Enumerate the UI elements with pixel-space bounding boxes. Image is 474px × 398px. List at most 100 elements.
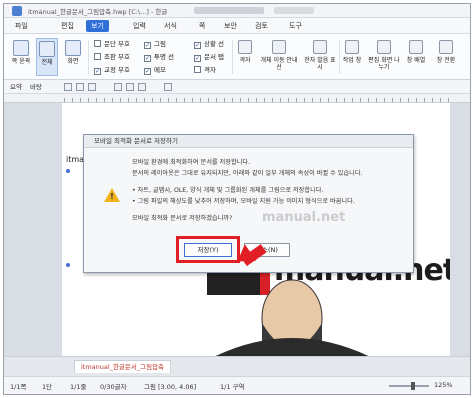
ruler-tick <box>208 98 209 102</box>
menu-edit[interactable]: 편집 <box>56 20 79 32</box>
status-line: 1/1줄 <box>70 383 87 391</box>
quick-base[interactable]: 바탕 <box>30 82 42 92</box>
picture-checkbox[interactable]: ✓ 그림 <box>144 39 166 49</box>
ruler-tick <box>184 98 185 102</box>
ruler-tick <box>376 98 377 102</box>
highlight-box <box>176 236 240 263</box>
blurred-path-2 <box>274 7 314 14</box>
ribbon-divider <box>232 40 233 74</box>
menu-format[interactable]: 서식 <box>159 20 182 32</box>
ruler-tick <box>144 98 145 102</box>
ruler-tick <box>192 98 193 102</box>
page-text: itma <box>66 155 85 164</box>
underline-icon[interactable] <box>88 83 96 91</box>
zoom-slider[interactable] <box>389 382 429 390</box>
dialog-title: 모바일 최적화 문서로 저장하기 <box>84 135 413 148</box>
zoom-slider-thumb[interactable] <box>411 382 416 390</box>
menu-file[interactable]: 파일 <box>10 20 33 32</box>
screen-view-button[interactable]: 화면 <box>62 38 84 76</box>
paragraph-mark-checkbox[interactable]: 문단 부호 <box>94 39 130 49</box>
menu-insert[interactable]: 입력 <box>128 20 151 32</box>
window-switch-icon <box>439 40 453 54</box>
status-section-count: 1/1 구역 <box>220 383 245 391</box>
bold-icon[interactable] <box>64 83 72 91</box>
title-bar: itmanual_한글문서_그림압축.hwp [C:\...] - 한글 <box>4 4 470 18</box>
doc-tab-checkbox[interactable]: ✓ 문서 탭 <box>194 52 224 62</box>
memo-checkbox[interactable]: ✓ 메모 <box>144 65 166 75</box>
ribbon-view: 쪽 윤곽 전체 화면 문단 부호 조판 부호 ✓ 교정 부호 ✓ 그림 ✓ 투명 선 … <box>4 34 470 80</box>
page-outline-button[interactable]: 쪽 윤곽 <box>10 38 32 76</box>
document-tab[interactable]: itmanual_한글문서_그림압축 <box>74 360 172 373</box>
ruler-tick <box>248 98 249 102</box>
ruler-tick <box>216 98 217 102</box>
menu-tools[interactable]: 도구 <box>284 20 307 32</box>
hanja-reading-button[interactable]: 한자 발음 표시 <box>302 38 338 76</box>
ruler-tick <box>400 98 401 102</box>
full-view-button[interactable]: 전체 <box>36 38 58 76</box>
ruler-tick <box>120 98 121 102</box>
ruler-tick <box>360 98 361 102</box>
document-tab-strip: itmanual_한글문서_그림압축 <box>4 356 470 376</box>
ruler-tick <box>392 98 393 102</box>
grid-checkbox[interactable]: 격자 <box>194 65 216 75</box>
grid-button[interactable]: 격자 <box>234 38 256 76</box>
ruler-tick <box>160 98 161 102</box>
menu-page[interactable]: 쪽 <box>194 20 210 32</box>
quick-toolbar: 요약 바탕 <box>4 80 470 94</box>
ruler-tick <box>440 98 441 102</box>
font-color-icon[interactable] <box>164 83 172 91</box>
selection-handle[interactable] <box>66 263 70 267</box>
ruler-tick <box>408 98 409 102</box>
transparent-line-checkbox[interactable]: ✓ 투명 선 <box>144 52 174 62</box>
menu-security[interactable]: 보안 <box>219 20 242 32</box>
task-pane-button[interactable]: 작업 창 <box>341 38 363 76</box>
ruler-tick <box>264 98 265 102</box>
status-line-checkbox[interactable]: ✓ 상황 선 <box>194 39 224 49</box>
dialog-line: 모바일 환경에 최적화하여 문서를 저장합니다. <box>132 159 250 166</box>
ruler-tick <box>416 98 417 102</box>
object-guide-button[interactable]: 개체 이동 안내선 <box>258 38 300 76</box>
dialog-question: 모바일 최적화 문서로 저장하겠습니까? <box>132 215 233 222</box>
proof-mark-checkbox[interactable]: ✓ 교정 부호 <box>94 65 130 75</box>
watermark-text: manual.net <box>262 210 346 225</box>
status-caret: 0/30글자 <box>100 383 127 391</box>
zoom-level[interactable]: 125% <box>434 381 453 389</box>
page-outline-icon <box>13 40 29 56</box>
window-arrange-button[interactable]: 창 배열 <box>404 38 428 76</box>
ruler-tick <box>448 98 449 102</box>
status-bar: 1/1쪽 1단 1/1줄 0/30글자 그림 [3.00, 4.06] 1/1 … <box>4 376 470 394</box>
ruler-tick <box>336 98 337 102</box>
grid-icon <box>238 40 252 54</box>
ruler-tick <box>304 98 305 102</box>
ruler-tick <box>112 98 113 102</box>
ruler-tick <box>312 98 313 102</box>
status-object: 그림 [3.00, 4.06] <box>144 383 197 391</box>
ruler-tick <box>328 98 329 102</box>
task-pane-icon <box>345 40 359 54</box>
ruler-tick <box>344 98 345 102</box>
align-center-icon[interactable] <box>126 83 134 91</box>
dialog-line: 문서의 레이아웃은 그대로 유지되지만, 아래와 같이 일부 개체의 속성이 바… <box>132 170 363 177</box>
screen-view-icon <box>65 40 81 56</box>
align-left-icon[interactable] <box>114 83 122 91</box>
ruler-tick <box>352 98 353 102</box>
split-view-button[interactable]: 편집 화면 나누기 <box>366 38 402 76</box>
ruler-tick <box>152 98 153 102</box>
menu-review[interactable]: 검토 <box>250 20 273 32</box>
quick-summary[interactable]: 요약 <box>10 82 22 92</box>
guide-icon <box>272 40 286 54</box>
menu-bar: 파일 편집 보기 입력 서식 쪽 보안 검토 도구 <box>4 18 470 34</box>
full-view-icon <box>39 41 55 57</box>
menu-view[interactable]: 보기 <box>86 20 109 32</box>
ruler-tick <box>384 98 385 102</box>
selection-handle[interactable] <box>66 169 70 173</box>
ruler-tick <box>96 98 97 102</box>
window-title: itmanual_한글문서_그림압축.hwp [C:\...] - 한글 <box>28 8 168 16</box>
ruler-tick <box>256 98 257 102</box>
dialog-bullet: • 그림 파일의 해상도를 낮추어 저장하며, 모바일 지원 가능 이미지 형식… <box>132 198 355 205</box>
ruler-tick <box>296 98 297 102</box>
align-right-icon[interactable] <box>138 83 146 91</box>
window-switch-button[interactable]: 창 전환 <box>432 38 460 76</box>
control-mark-checkbox[interactable]: 조판 부호 <box>94 52 130 62</box>
italic-icon[interactable] <box>76 83 84 91</box>
